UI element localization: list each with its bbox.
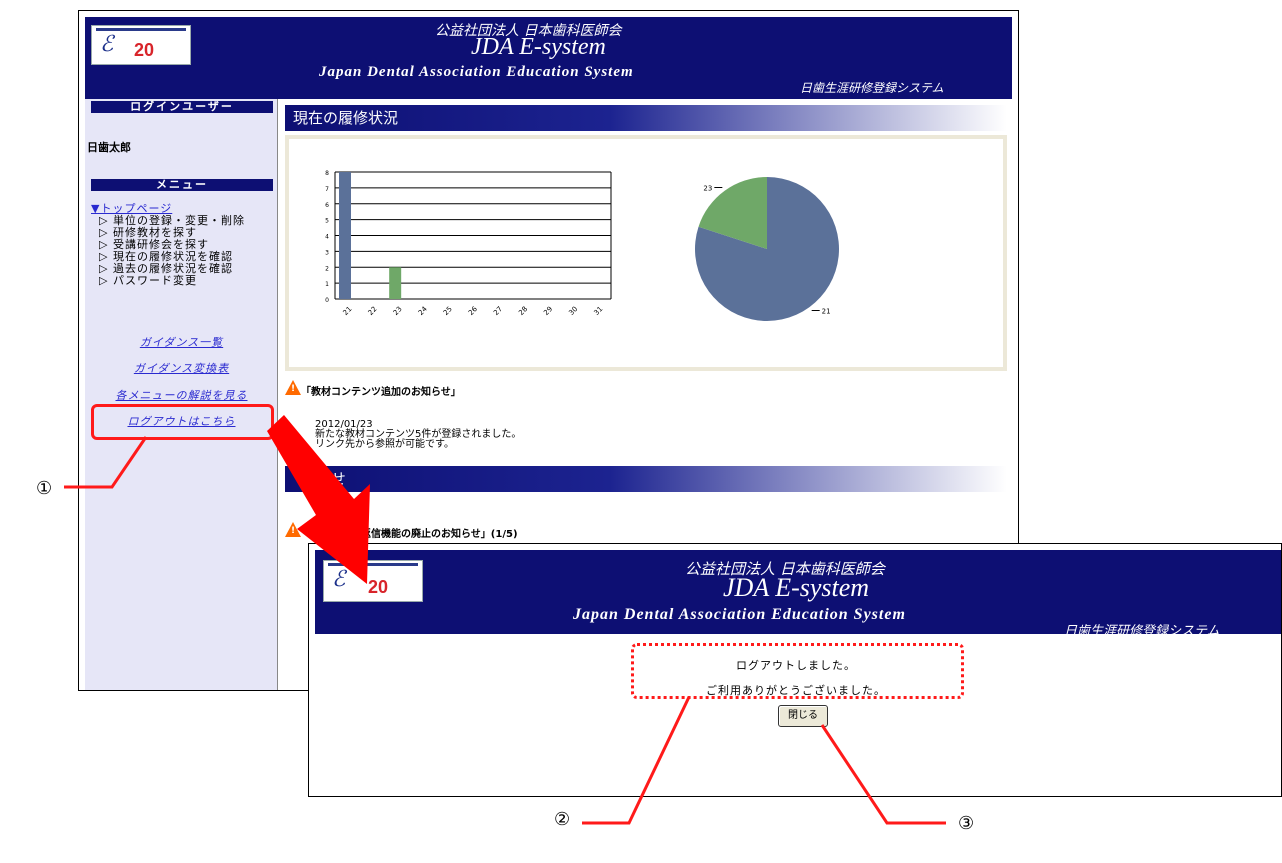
callout-line-1 — [64, 436, 148, 489]
annotation-3: ③ — [958, 813, 975, 834]
callout-line-2 — [582, 696, 691, 825]
callout-line-3 — [820, 724, 946, 825]
annotation-overlay — [64, 415, 946, 825]
red-arrow — [267, 415, 370, 584]
annotation-2: ② — [554, 809, 571, 830]
annotation-1: ① — [36, 478, 53, 499]
